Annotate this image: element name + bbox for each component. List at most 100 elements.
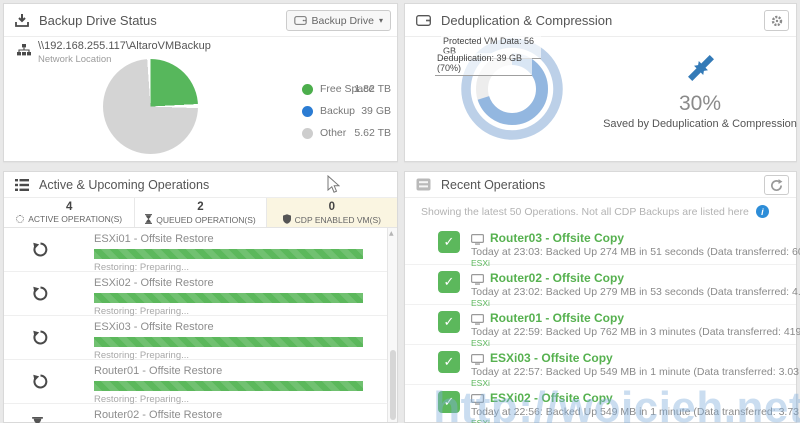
active-operations-list: ESXi01 - Offsite Restore Restoring: Prep…	[4, 228, 387, 423]
panel-title: Backup Drive Status	[39, 12, 157, 28]
success-check-icon: ✓	[438, 391, 460, 413]
savings-caption: Saved by Deduplication & Compression	[603, 118, 797, 130]
legend-item-free-space: Free Space 1.82 TB	[302, 78, 391, 100]
scroll-up-icon[interactable]: ▲	[389, 230, 394, 237]
tab-label: ACTIVE OPERATION(S)	[28, 214, 123, 224]
operation-title: Router02 - Offsite Restore	[94, 409, 223, 421]
operation-title: ESXi01 - Offsite Restore	[94, 233, 214, 245]
dropdown-label: Backup Drive	[311, 14, 374, 27]
list-item: ESXi02 - Offsite Restore Restoring: Prep…	[4, 272, 387, 317]
panel-active-operations: Active & Upcoming Operations 4 ACTIVE OP…	[3, 171, 398, 423]
restore-icon	[32, 373, 49, 395]
list-item: ESXi03 - Offsite Restore Restoring: Prep…	[4, 316, 387, 361]
panel-backup-drive-status: Backup Drive Status Backup Drive ▾ \\192…	[3, 3, 398, 162]
panel-recent-operations: Recent Operations Showing the latest 50 …	[404, 171, 800, 423]
list-item: ESXi01 - Offsite Restore Restoring: Prep…	[4, 228, 387, 273]
hourglass-icon	[32, 417, 43, 423]
list-item: ✓ Router02 - Offsite Copy Today at 23:02…	[405, 265, 800, 308]
panel-header: Deduplication & Compression	[405, 4, 796, 37]
legend-value: 1.82 TB	[354, 83, 391, 95]
operation-title: Router02 - Offsite Copy	[490, 271, 625, 285]
caret-down-icon: ▾	[378, 16, 383, 25]
success-check-icon: ✓	[438, 271, 460, 293]
list-item: ✓ Router01 - Offsite Copy Today at 22:59…	[405, 305, 800, 348]
restore-icon	[32, 241, 49, 263]
location-type: Network Location	[38, 54, 112, 65]
download-tray-icon	[15, 13, 29, 27]
recent-operations-notice: Showing the latest 50 Operations. Not al…	[421, 205, 769, 218]
operation-title: ESXi03 - Offsite Copy	[490, 351, 613, 365]
tab-cdp-enabled-vms[interactable]: 0 CDP ENABLED VM(S)	[266, 198, 397, 227]
list-item: ✓ Router03 - Offsite Copy Today at 23:03…	[405, 225, 800, 268]
operation-title: Router01 - Offsite Copy	[490, 311, 625, 325]
panel-title: Deduplication & Compression	[441, 12, 613, 28]
list-item: ✓ ESXi03 - Offsite Copy Today at 22:57: …	[405, 345, 800, 388]
sitemap-icon	[17, 43, 31, 65]
inner-ring-label: Deduplication: 39 GB (70%)	[435, 53, 532, 76]
drive-usage-pie-chart	[103, 59, 198, 154]
legend-value: 5.62 TB	[354, 127, 391, 139]
shield-icon	[282, 214, 291, 226]
location-path: \\192.168.255.117\AltaroVMBackup	[38, 40, 211, 52]
list-card-icon	[416, 178, 431, 191]
operation-detail: Today at 22:57: Backed Up 549 MB in 1 mi…	[471, 366, 800, 378]
hourglass-icon	[145, 214, 153, 226]
network-location: \\192.168.255.117\AltaroVMBackup Network…	[17, 40, 211, 65]
refresh-icon	[771, 178, 783, 191]
tab-queued-operations[interactable]: 2 QUEUED OPERATION(S)	[135, 198, 267, 227]
legend-item-backup: Backup 39 GB	[302, 100, 391, 122]
legend-item-other: Other 5.62 TB	[302, 122, 391, 144]
restore-icon	[32, 285, 49, 307]
backup-drive-dropdown[interactable]: Backup Drive ▾	[285, 10, 391, 31]
scrollbar-thumb[interactable]	[390, 350, 396, 420]
progress-bar	[94, 249, 363, 259]
tab-count: 2	[197, 201, 204, 213]
operation-detail: Today at 23:02: Backed Up 279 MB in 53 s…	[471, 286, 800, 298]
refresh-button[interactable]	[764, 175, 789, 195]
operation-title: Router03 - Offsite Copy	[490, 231, 625, 245]
list-item: ✓ ESXi02 - Offsite Copy Today at 22:56: …	[405, 385, 800, 423]
tab-count: 4	[65, 201, 73, 213]
success-check-icon: ✓	[438, 351, 460, 373]
list-item: Router01 - Offsite Restore Restoring: Pr…	[4, 360, 387, 405]
pie-legend: Free Space 1.82 TB Backup 39 GB Other 5.…	[302, 78, 391, 144]
tab-active-operations[interactable]: 4 ACTIVE OPERATION(S)	[4, 198, 136, 227]
restore-icon	[32, 329, 49, 351]
hdd-icon	[416, 14, 431, 26]
success-check-icon: ✓	[438, 311, 460, 333]
panel-header: Backup Drive Status Backup Drive ▾	[4, 4, 397, 37]
operation-title: Router01 - Offsite Restore	[94, 365, 223, 377]
tab-label: CDP ENABLED VM(S)	[294, 215, 381, 225]
tab-count: 0	[328, 201, 336, 213]
legend-label: Other	[320, 127, 347, 139]
progress-bar	[94, 293, 363, 303]
legend-dot	[302, 83, 313, 95]
mouse-cursor	[327, 174, 341, 199]
panel-header: Recent Operations	[405, 172, 796, 198]
gear-icon	[771, 15, 782, 26]
settings-button[interactable]	[764, 10, 789, 31]
hypervisor-tag: ESXi	[471, 418, 490, 423]
operation-detail: Today at 22:56: Backed Up 549 MB in 1 mi…	[471, 406, 800, 418]
legend-dot	[302, 105, 313, 117]
hdd-icon	[293, 16, 307, 25]
operation-detail: Today at 23:03: Backed Up 274 MB in 51 s…	[471, 246, 800, 258]
legend-dot	[302, 127, 313, 139]
operation-title: ESXi02 - Offsite Restore	[94, 277, 214, 289]
legend-label: Backup	[320, 105, 356, 117]
panel-title: Recent Operations	[441, 177, 546, 192]
legend-value: 39 GB	[361, 105, 391, 117]
panel-title: Active & Upcoming Operations	[39, 177, 210, 192]
operation-detail: Today at 22:59: Backed Up 762 MB in 3 mi…	[471, 326, 800, 338]
scrollbar[interactable]: ▲	[387, 228, 397, 422]
compress-icon	[681, 48, 721, 93]
progress-bar	[94, 337, 363, 347]
recent-operations-list: ✓ Router03 - Offsite Copy Today at 23:03…	[405, 225, 800, 423]
info-icon[interactable]: i	[755, 205, 769, 218]
spinner-icon	[16, 215, 25, 223]
panel-deduplication: Deduplication & Compression Protected VM…	[404, 3, 797, 162]
notice-text: Showing the latest 50 Operations. Not al…	[421, 205, 749, 218]
dashboard: Backup Drive Status Backup Drive ▾ \\192…	[0, 0, 800, 423]
operation-title: ESXi03 - Offsite Restore	[94, 321, 214, 333]
operation-title: ESXi02 - Offsite Copy	[490, 391, 613, 405]
